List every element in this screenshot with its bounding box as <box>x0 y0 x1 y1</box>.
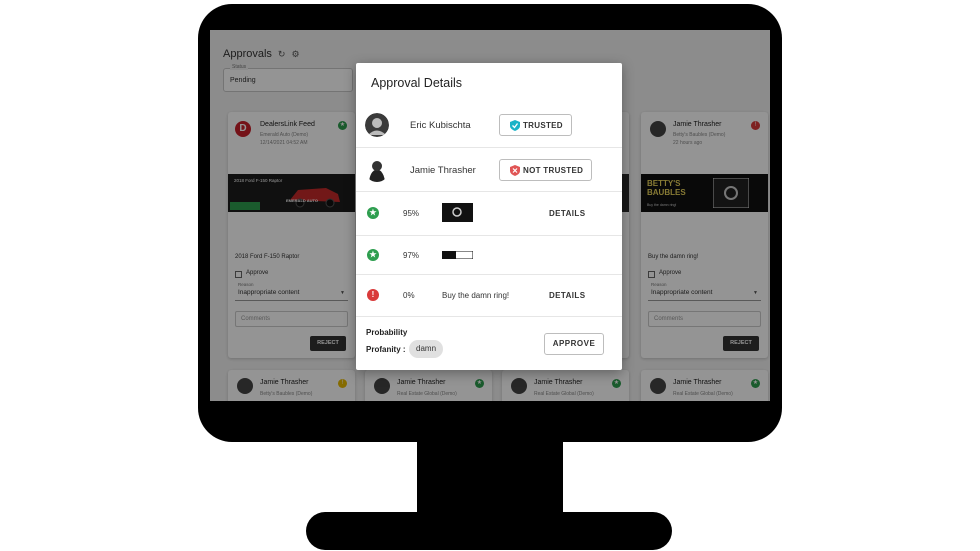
monitor-base <box>306 512 672 550</box>
shield-x-icon <box>510 164 520 176</box>
check-row-image: ★ 95% DETAILS <box>356 191 622 235</box>
not-trusted-badge[interactable]: NOT TRUSTED <box>499 159 592 181</box>
approval-details-dialog: Approval Details Eric Kubischta TRUSTED … <box>356 63 622 370</box>
shield-check-icon <box>510 119 520 131</box>
details-link[interactable]: DETAILS <box>549 209 585 218</box>
star-check-icon: ★ <box>367 207 379 219</box>
trusted-label: TRUSTED <box>523 120 563 130</box>
profanity-label: Profanity : <box>366 345 406 354</box>
alert-icon: ! <box>367 289 379 301</box>
monitor-neck <box>417 436 563 522</box>
avatar <box>365 158 389 182</box>
stage: Approvals ↻ ⚙ Status Pending D DealersLi… <box>0 0 980 551</box>
user-row-trusted: Eric Kubischta TRUSTED <box>356 103 622 147</box>
details-link[interactable]: DETAILS <box>549 291 585 300</box>
approve-button[interactable]: APPROVE <box>544 333 604 355</box>
ring-thumbnail <box>442 203 473 222</box>
star-check-icon: ★ <box>367 249 379 261</box>
not-trusted-label: NOT TRUSTED <box>523 165 584 175</box>
check-text: Buy the damn ring! <box>442 291 510 300</box>
dialog-footer-divider <box>356 316 622 317</box>
probability-label: Probability <box>366 328 408 337</box>
check-percent: 0% <box>403 291 415 300</box>
user-name: Jamie Thrasher <box>410 165 476 176</box>
user-name: Eric Kubischta <box>410 120 471 131</box>
profanity-chip: damn <box>409 340 444 358</box>
dialog-title: Approval Details <box>371 76 463 90</box>
user-row-not-trusted: Jamie Thrasher NOT TRUSTED <box>356 147 622 191</box>
check-row-text: ! 0% Buy the damn ring! DETAILS <box>356 274 622 316</box>
logo-thumbnail <box>442 251 473 259</box>
check-percent: 95% <box>403 209 420 218</box>
trusted-badge[interactable]: TRUSTED <box>499 114 572 136</box>
check-row-logo: ★ 97% <box>356 235 622 274</box>
check-percent: 97% <box>403 251 420 260</box>
avatar <box>365 113 389 137</box>
